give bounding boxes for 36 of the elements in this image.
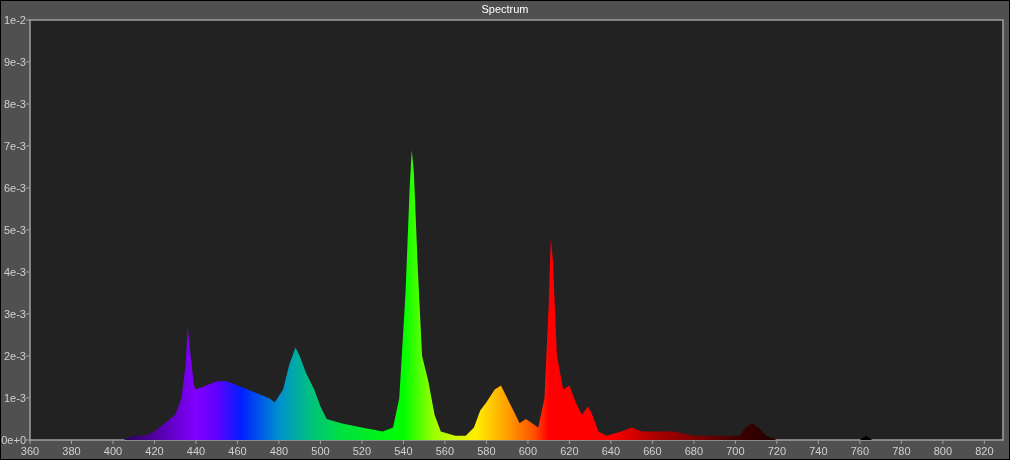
x-tick-label: 420 — [145, 445, 164, 457]
x-tick-label: 820 — [975, 445, 994, 457]
x-tick-label: 580 — [477, 445, 496, 457]
x-tick-label: 760 — [850, 445, 870, 457]
y-tick-label: 0e+0 — [1, 434, 26, 446]
x-tick-label: 380 — [62, 445, 81, 457]
x-tick-label: 440 — [186, 445, 206, 457]
y-tick-label: 6e-3 — [3, 182, 26, 194]
y-tick-label: 1e-3 — [3, 392, 26, 404]
y-tick-label: 2e-3 — [3, 350, 26, 362]
x-tick-label: 360 — [20, 445, 40, 457]
y-tick-label: 8e-3 — [3, 98, 26, 110]
x-tick-label: 460 — [228, 445, 247, 457]
x-tick-label: 740 — [809, 445, 828, 457]
x-tick-label: 780 — [892, 445, 911, 457]
y-tick-label: 4e-3 — [3, 266, 26, 278]
y-tick-label: 3e-3 — [3, 308, 26, 320]
y-tick-label: 5e-3 — [3, 224, 26, 236]
x-tick-label: 560 — [435, 445, 455, 457]
x-tick-label: 480 — [269, 445, 289, 457]
y-tick-label: 9e-3 — [3, 56, 26, 68]
x-tick-label: 540 — [394, 445, 413, 457]
x-tick-label: 720 — [767, 445, 787, 457]
x-tick-label: 620 — [560, 445, 579, 457]
x-tick-label: 800 — [933, 445, 952, 457]
y-tick-label: 1e-2 — [3, 14, 26, 26]
x-tick-label: 600 — [518, 445, 538, 457]
y-tick-label: 7e-3 — [3, 140, 26, 152]
x-tick-label: 520 — [352, 445, 372, 457]
x-tick-label: 400 — [103, 445, 123, 457]
x-tick-label: 680 — [684, 445, 704, 457]
x-tick-label: 700 — [726, 445, 745, 457]
chart-title: Spectrum — [480, 2, 530, 17]
x-tick-label: 640 — [601, 445, 621, 457]
x-tick-label: 500 — [311, 445, 330, 457]
x-tick-label: 660 — [643, 445, 662, 457]
